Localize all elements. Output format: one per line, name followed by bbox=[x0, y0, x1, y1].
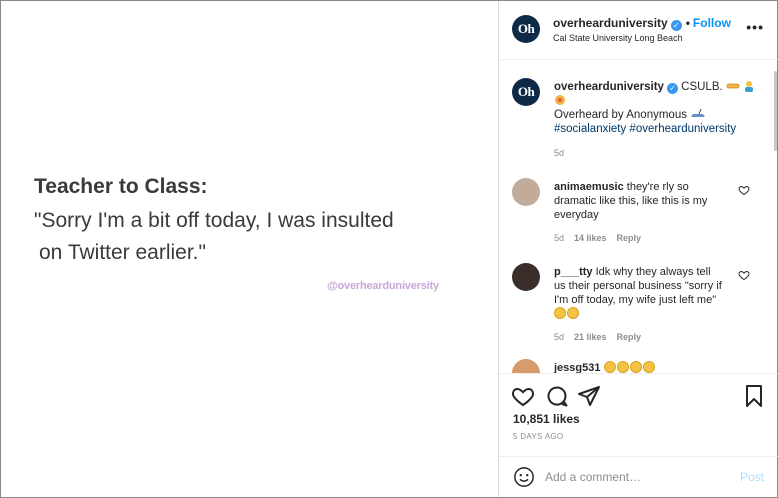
post-image-quote-line1: "Sorry I'm a bit off today, I was insult… bbox=[34, 209, 394, 232]
header-separator: • bbox=[685, 16, 690, 30]
comment-username[interactable]: p___tty bbox=[554, 266, 593, 278]
comments-list[interactable]: Oh overhearduniversity ✓ CSULB. Overheard… bbox=[499, 61, 778, 373]
author-avatar[interactable]: Oh bbox=[512, 15, 540, 43]
commenter-avatar[interactable] bbox=[512, 178, 540, 206]
caption: overhearduniversity ✓ CSULB. Overheard by… bbox=[554, 80, 764, 136]
post-image-quote-line2: on Twitter earlier." bbox=[39, 241, 206, 264]
post-header: Oh overhearduniversity ✓ • Follow Cal State… bbox=[499, 1, 778, 60]
post-location[interactable]: Cal State University Long Beach bbox=[553, 33, 683, 43]
post-timestamp: 5 DAYS AGO bbox=[513, 432, 564, 441]
caption-hashtags[interactable]: #socialanxiety #overhearduniversity bbox=[554, 123, 736, 135]
commenter-avatar[interactable] bbox=[512, 359, 540, 373]
emoji-smiley-icon[interactable] bbox=[513, 466, 535, 488]
comment-body: animaemusic they're rly so dramatic like… bbox=[554, 180, 724, 222]
comment-time: 5d bbox=[554, 233, 565, 243]
comment-likes[interactable]: 21 likes bbox=[574, 332, 607, 342]
author-line: overhearduniversity ✓ • Follow bbox=[553, 16, 731, 31]
comment-body: jessg531 bbox=[554, 361, 724, 373]
comment-meta: 5d 14 likes Reply bbox=[554, 233, 641, 243]
author-username[interactable]: overhearduniversity bbox=[553, 16, 668, 30]
grimacing-face-emoji-icon bbox=[567, 307, 579, 319]
neutral-face-emoji-icon bbox=[554, 307, 566, 319]
caption-avatar[interactable]: Oh bbox=[512, 78, 540, 106]
crying-laughing-emoji-icon bbox=[642, 361, 655, 373]
post-actions: 10,851 likes 5 DAYS AGO bbox=[499, 373, 778, 451]
comment-time: 5d bbox=[554, 332, 565, 342]
add-comment-input[interactable] bbox=[545, 466, 725, 488]
flexed-arm-emoji-icon bbox=[555, 95, 565, 105]
post-comment-button[interactable]: Post bbox=[740, 470, 764, 484]
crying-laughing-emoji-icon bbox=[616, 361, 629, 373]
save-bookmark-icon[interactable] bbox=[742, 384, 766, 408]
person-emoji-icon bbox=[745, 81, 754, 92]
comment-reply-button[interactable]: Reply bbox=[617, 332, 642, 342]
comment-likes[interactable]: 14 likes bbox=[574, 233, 607, 243]
caption-text: CSULB. bbox=[681, 81, 723, 93]
post-image-watermark: @overhearduniversity bbox=[327, 280, 439, 292]
caption-time: 5d bbox=[554, 148, 565, 158]
share-send-icon[interactable] bbox=[577, 384, 601, 408]
caption-username[interactable]: overhearduniversity bbox=[554, 81, 664, 93]
comments-scrollbar[interactable] bbox=[774, 71, 777, 151]
comment-body: p___tty Idk why they always tell us thei… bbox=[554, 265, 724, 321]
fishing-emoji-icon bbox=[691, 108, 706, 117]
commenter-avatar[interactable] bbox=[512, 263, 540, 291]
comment-username[interactable]: animaemusic bbox=[554, 181, 624, 193]
like-comment-heart-icon[interactable] bbox=[738, 184, 750, 196]
post-side-panel: Oh overhearduniversity ✓ • Follow Cal State… bbox=[498, 1, 778, 497]
like-comment-heart-icon[interactable] bbox=[738, 269, 750, 281]
pointing-hand-emoji-icon bbox=[726, 83, 740, 89]
crying-laughing-emoji-icon bbox=[603, 361, 616, 373]
post-image-title: Teacher to Class: bbox=[34, 175, 208, 198]
caption-line2: Overheard by Anonymous bbox=[554, 109, 687, 121]
follow-button[interactable]: Follow bbox=[693, 16, 731, 30]
likes-count[interactable]: 10,851 likes bbox=[513, 412, 580, 426]
more-options-icon[interactable]: ••• bbox=[746, 19, 764, 35]
comment-bubble-icon[interactable] bbox=[545, 384, 569, 408]
like-heart-icon[interactable] bbox=[511, 384, 535, 408]
verified-badge-icon: ✓ bbox=[666, 83, 678, 94]
add-comment-bar: Post bbox=[499, 456, 778, 497]
post-image-quote: "Sorry I'm a bit off today, I was insult… bbox=[34, 205, 454, 269]
comment-username[interactable]: jessg531 bbox=[554, 362, 600, 373]
post-media[interactable]: Teacher to Class: "Sorry I'm a bit off t… bbox=[1, 1, 498, 497]
comment-meta: 5d 21 likes Reply bbox=[554, 332, 641, 342]
crying-laughing-emoji-icon bbox=[629, 361, 642, 373]
comment-reply-button[interactable]: Reply bbox=[617, 233, 642, 243]
verified-badge-icon: ✓ bbox=[670, 20, 682, 31]
